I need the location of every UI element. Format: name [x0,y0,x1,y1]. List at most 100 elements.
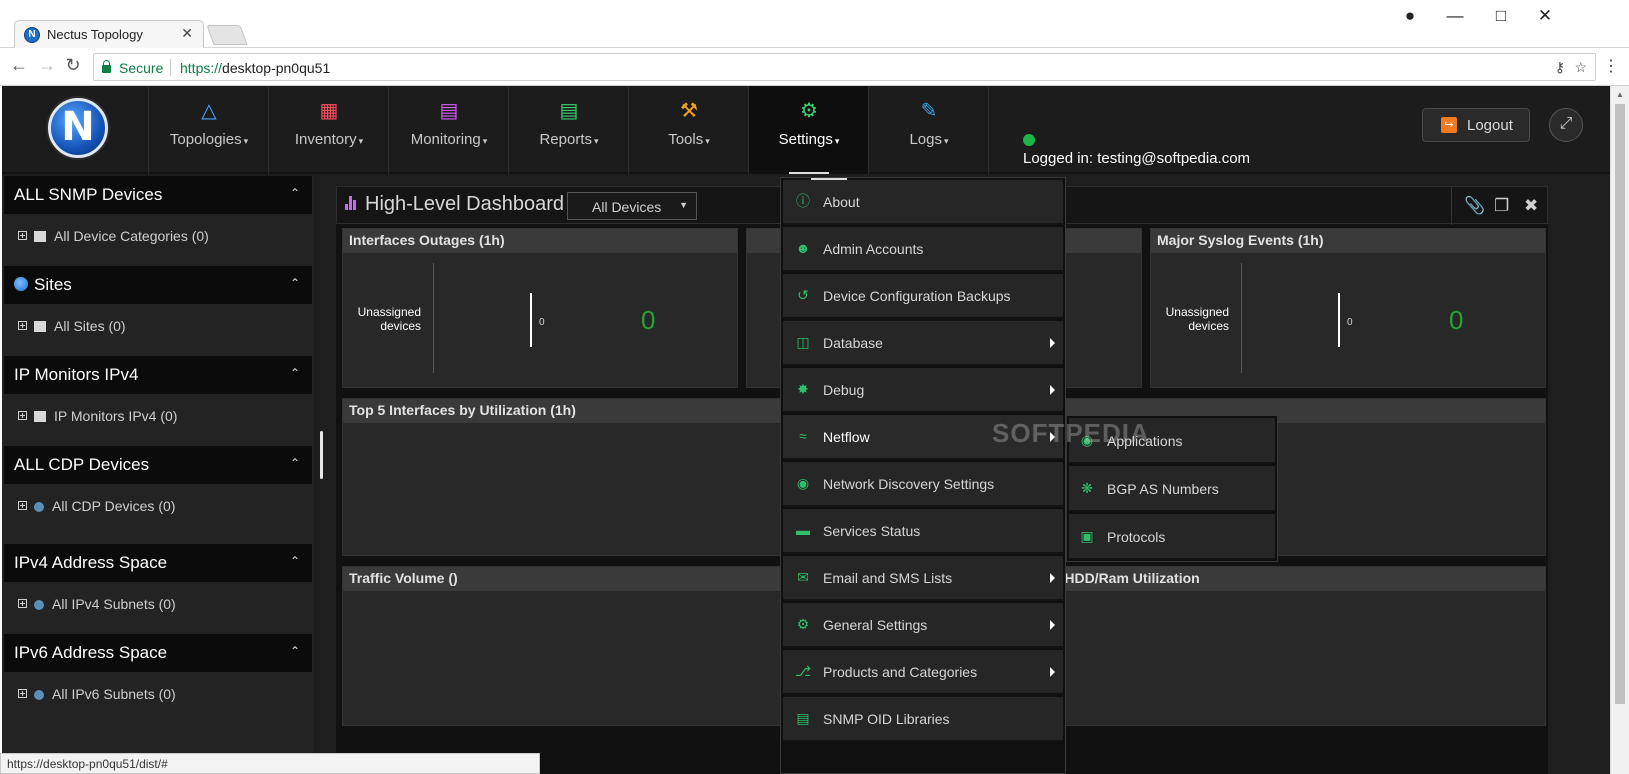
expand-icon[interactable] [18,411,27,420]
secure-indicator[interactable]: Secure [102,60,163,76]
tree-item-ip-monitors[interactable]: IP Monitors IPv4 (0) [18,408,177,424]
tab-close-icon[interactable]: ✕ [181,25,193,42]
network-icon: ❋ [1081,480,1093,496]
menu-item-products-categories[interactable]: ⎇ Products and Categories [783,650,1063,695]
nav-topologies[interactable]: △ Topologies ▾ [148,86,268,174]
sidebar-header-ip-monitors[interactable]: IP Monitors IPv4 ⌃ [4,356,312,394]
axis-line [433,263,434,373]
nav-logs[interactable]: ✎ Logs ▾ [868,86,988,174]
collapse-icon[interactable]: ⌃ [290,456,300,470]
expand-icon[interactable] [18,501,27,510]
minimize-icon[interactable]: — [1440,6,1470,26]
star-icon[interactable]: ☆ [1574,59,1587,76]
new-tab-button[interactable] [206,25,248,45]
reload-icon[interactable]: ↻ [62,55,84,76]
branch-icon: ⎇ [795,663,812,679]
collapse-icon[interactable]: ⌃ [290,186,300,200]
scrollbar-thumb[interactable] [1615,104,1625,704]
sidebar-header-ipv6[interactable]: IPv6 Address Space ⌃ [4,634,312,672]
expand-icon[interactable] [18,599,27,608]
restore-window-icon[interactable]: ❐ [1494,196,1509,216]
gauge-bar [530,293,532,347]
menu-item-about[interactable]: ⓘ About [783,180,1063,225]
close-icon[interactable]: ✖ [1524,196,1538,216]
collapse-icon[interactable]: ⌃ [290,276,300,290]
tree-item-ipv6-subnets[interactable]: All IPv6 Subnets (0) [18,686,176,702]
menu-item-general-settings[interactable]: ⚙ General Settings [783,603,1063,648]
outage-count: 0 [641,305,656,335]
menu-item-email-sms[interactable]: ✉ Email and SMS Lists [783,556,1063,601]
database-icon: ◫ [796,334,810,350]
history-icon: ↺ [797,287,809,303]
device-icon [34,231,46,242]
expand-icon[interactable] [18,231,27,240]
submenu-item-label: BGP AS Numbers [1107,481,1219,497]
sidebar-title: IPv4 Address Space [14,553,168,572]
menu-item-label: Device Configuration Backups [823,288,1011,304]
url-text: https://desktop-pn0qu51 [180,60,331,76]
menu-item-debug[interactable]: ✸ Debug [783,368,1063,413]
tab-favicon-icon: N [24,27,40,43]
url-input[interactable]: Secure https://desktop-pn0qu51 ⚷ ☆ [93,53,1596,81]
scroll-up-icon[interactable]: ▲ [1616,90,1624,99]
menu-item-network-discovery[interactable]: ◉ Network Discovery Settings [783,462,1063,507]
nav-monitoring[interactable]: ▤ Monitoring ▾ [388,86,508,174]
forward-icon[interactable]: → [36,55,58,76]
submenu-arrow-icon [1050,338,1055,348]
nav-label-tools: Tools ▾ [668,131,710,148]
sidebar-header-snmp[interactable]: ALL SNMP Devices ⌃ [4,176,312,214]
logout-button[interactable]: ↪ Logout [1422,108,1530,142]
menu-item-services-status[interactable]: ▬ Services Status [783,509,1063,554]
widget-syslog-events: Major Syslog Events (1h) Unassigned devi… [1150,228,1546,388]
sidebar-header-ipv4[interactable]: IPv4 Address Space ⌃ [4,544,312,582]
logs-icon: ✎ [920,100,938,122]
tree-item-device-categories[interactable]: All Device Categories (0) [18,228,209,244]
nectus-logo[interactable]: N [48,98,108,158]
sidebar-scrollbar[interactable] [320,431,323,479]
nav-label-logs: Logs ▾ [909,131,949,148]
sidebar-header-cdp[interactable]: ALL CDP Devices ⌃ [4,446,312,484]
menu-item-label: Database [823,335,883,351]
widget-interface-outages: Interfaces Outages (1h) Unassigned devic… [342,228,738,388]
device-filter-select[interactable]: All Devices ▼ [567,192,697,220]
tree-item-sites[interactable]: All Sites (0) [18,318,126,334]
back-icon[interactable]: ← [8,55,30,76]
menu-item-snmp-oid[interactable]: ▤ SNMP OID Libraries [783,697,1063,742]
menu-item-admin-accounts[interactable]: ☻ Admin Accounts [783,227,1063,272]
nav-reports[interactable]: ▤ Reports ▾ [508,86,628,174]
device-icon [34,411,46,422]
fullscreen-icon[interactable]: ⤢ [1549,108,1583,142]
widget-title: Major Syslog Events (1h) [1151,229,1545,253]
browser-tab[interactable]: N Nectus Topology ✕ [14,20,204,48]
collapse-icon[interactable]: ⌃ [290,366,300,380]
nav-settings[interactable]: ⚙ Settings ▾ [748,86,868,174]
menu-item-config-backups[interactable]: ↺ Device Configuration Backups [783,274,1063,319]
paperclip-icon[interactable]: 📎 [1464,196,1485,216]
page-scrollbar[interactable]: ▲ [1610,86,1629,774]
close-window-icon[interactable]: ✕ [1530,6,1560,26]
menu-item-label: SNMP OID Libraries [823,711,950,727]
key-icon[interactable]: ⚷ [1555,59,1565,76]
maximize-icon[interactable]: □ [1486,6,1516,26]
collapse-icon[interactable]: ⌃ [290,554,300,568]
expand-icon[interactable] [18,689,27,698]
expand-icon[interactable] [18,321,27,330]
menu-item-label: Netflow [823,429,870,445]
browser-menu-icon[interactable]: ⋮ [1603,56,1619,76]
tree-item-ipv4-subnets[interactable]: All IPv4 Subnets (0) [18,596,176,612]
profile-icon[interactable]: ● [1395,6,1425,26]
gear-icon: ⚙ [796,616,810,632]
sidebar-header-sites[interactable]: Sites ⌃ [4,266,312,304]
nav-tools[interactable]: ⚒ Tools ▾ [628,86,748,174]
axis-label: Unassigned devices [1165,305,1229,333]
menu-item-label: Products and Categories [823,664,978,680]
tree-item-cdp-devices[interactable]: All CDP Devices (0) [18,498,175,514]
submenu-item-protocols[interactable]: ▣ Protocols [1069,514,1275,560]
user-icon: ☻ [795,240,811,256]
omnibox-divider [170,59,171,76]
submenu-item-bgp-as[interactable]: ❋ BGP AS Numbers [1069,466,1275,512]
collapse-icon[interactable]: ⌃ [290,644,300,658]
nav-inventory[interactable]: ▦ Inventory ▾ [268,86,388,174]
menu-item-database[interactable]: ◫ Database [783,321,1063,366]
network-node-icon [34,502,44,512]
